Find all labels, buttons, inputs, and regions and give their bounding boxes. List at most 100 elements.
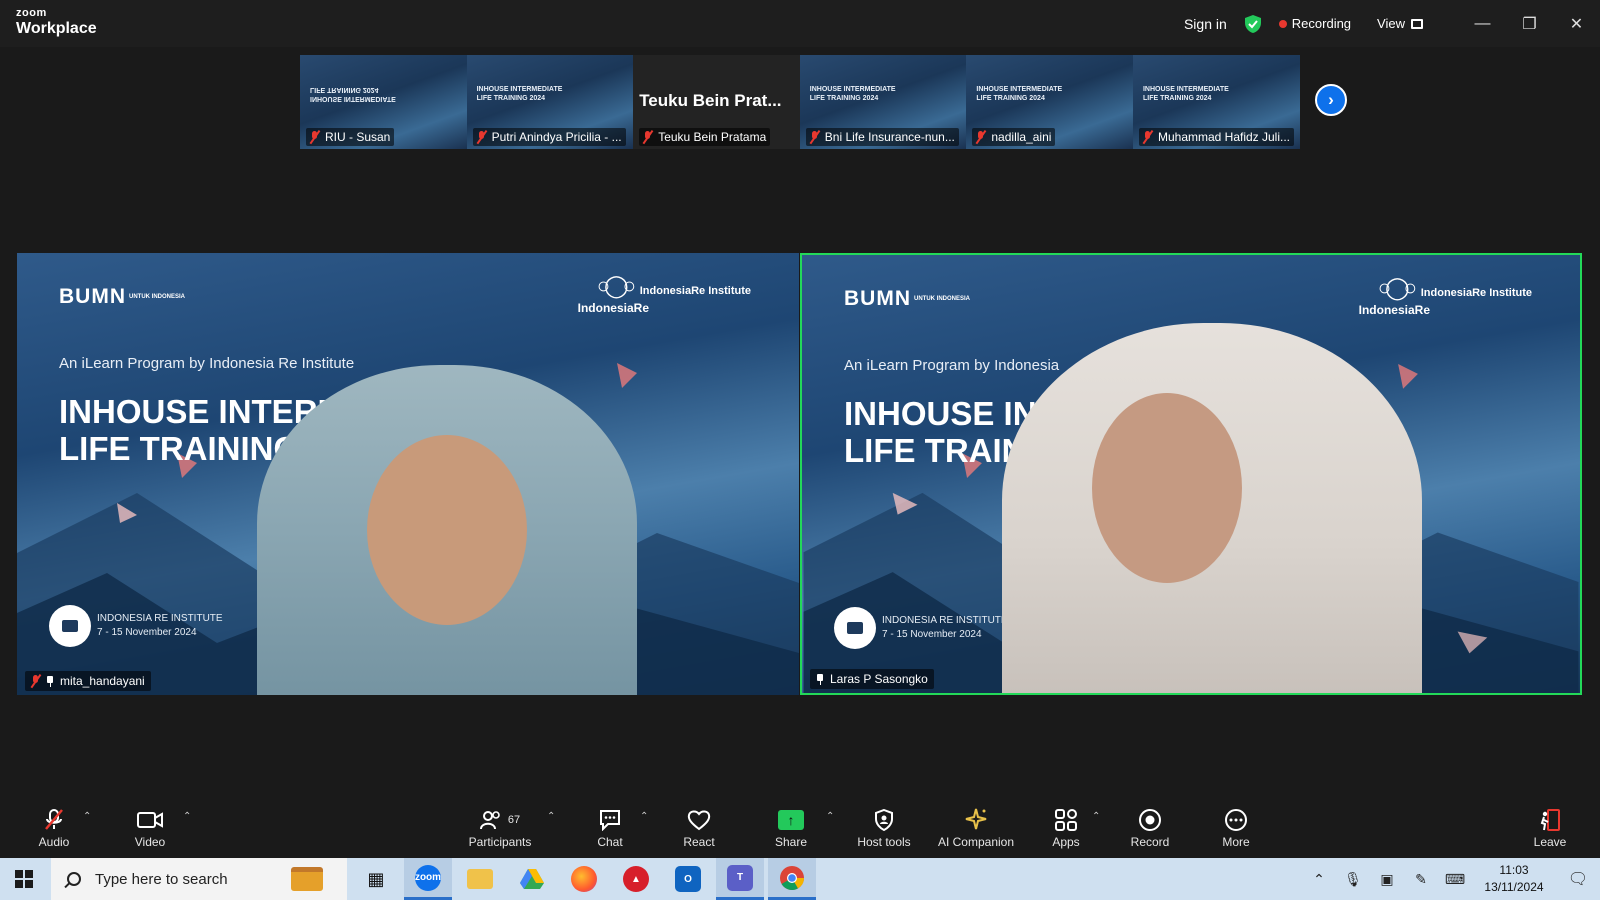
- participant-thumbnail[interactable]: INHOUSE INTERMEDIATE LIFE TRAINING 2024 …: [300, 55, 467, 149]
- more-button[interactable]: More: [1212, 797, 1260, 858]
- close-icon[interactable]: ✕: [1553, 0, 1600, 47]
- program-subtitle: An iLearn Program by Indonesia Re Instit…: [59, 355, 355, 372]
- participants-count: 67: [507, 814, 521, 826]
- chat-options-chevron-icon[interactable]: ⌃: [640, 811, 648, 822]
- apps-grid-icon: [1054, 806, 1078, 834]
- apps-button[interactable]: Apps: [1042, 797, 1090, 858]
- security-shield-icon[interactable]: [1243, 14, 1263, 34]
- participant-thumbnail[interactable]: INHOUSE INTERMEDIATE LIFE TRAINING 2024 …: [1132, 55, 1300, 149]
- share-button[interactable]: ↑ Share: [767, 797, 815, 858]
- bumn-logo-sub: UNTUK INDONESIA: [914, 296, 971, 303]
- microphone-icon[interactable]: 🎙: [1336, 871, 1370, 888]
- minimize-icon[interactable]: —: [1459, 0, 1506, 47]
- participant-thumbnail[interactable]: INHOUSE INTERMEDIATE LIFE TRAINING 2024 …: [799, 55, 967, 149]
- notification-center-icon[interactable]: 🗨: [1556, 858, 1600, 900]
- meeting-stage: INHOUSE INTERMEDIATE LIFE TRAINING 2024 …: [0, 47, 1600, 797]
- thumbnail-slide-title: INHOUSE INTERMEDIATE LIFE TRAINING 2024: [809, 86, 896, 102]
- taskbar-clock[interactable]: 11:03 13/11/2024: [1472, 862, 1556, 896]
- pin-icon: [816, 673, 824, 685]
- google-drive-icon[interactable]: [508, 858, 556, 900]
- thumbnail-slide-title: INHOUSE INTERMEDIATE LIFE TRAINING 2024: [310, 86, 396, 102]
- video-tile-active-speaker[interactable]: BUMN UNTUK INDONESIA ○◯○ IndonesiaRe Indon…: [800, 253, 1582, 695]
- task-view-icon[interactable]: ▦: [352, 858, 400, 900]
- next-page-arrow-icon[interactable]: ›: [1315, 84, 1347, 116]
- record-button[interactable]: Record: [1126, 797, 1174, 858]
- pin-icon: [46, 675, 54, 687]
- chat-bubble-icon: [598, 806, 622, 834]
- share-options-chevron-icon[interactable]: ⌃: [826, 811, 834, 822]
- indonesia-re-logo: ○◯○ IndonesiaRe: [578, 273, 649, 315]
- recording-indicator[interactable]: Recording: [1278, 16, 1351, 31]
- react-label: React: [683, 835, 715, 849]
- zoom-app-icon[interactable]: zoom: [404, 858, 452, 900]
- briefcase-icon[interactable]: [291, 867, 323, 891]
- host-tools-button[interactable]: Host tools: [848, 797, 920, 858]
- participant-video-person: [1002, 323, 1422, 693]
- institute-date: 7 - 15 November 2024: [97, 627, 197, 638]
- participants-options-chevron-icon[interactable]: ⌃: [547, 811, 555, 822]
- participant-name: Laras P Sasongko: [830, 672, 928, 686]
- leave-label: Leave: [1533, 835, 1567, 849]
- participant-name-tag: nadilla_aini: [972, 128, 1056, 146]
- video-tile[interactable]: BUMN UNTUK INDONESIA ○◯○ IndonesiaRe Indon…: [17, 253, 799, 695]
- indonesia-re-logo: ○◯○ IndonesiaRe: [1359, 275, 1430, 317]
- participant-thumbnail[interactable]: Teuku Bein Prat... Teuku Bein Pratama: [633, 55, 800, 149]
- react-button[interactable]: React: [675, 797, 723, 858]
- mic-muted-icon: [477, 131, 486, 143]
- indonesia-re-rings-icon: ○◯○: [1377, 275, 1417, 300]
- participant-name: RIU - Susan: [325, 130, 391, 144]
- participant-name-tag: Laras P Sasongko: [810, 669, 934, 689]
- search-placeholder: Type here to search: [95, 870, 228, 888]
- ai-companion-button[interactable]: AI Companion: [930, 797, 1022, 858]
- institute-date: 7 - 15 November 2024: [882, 629, 982, 640]
- participant-strip: INHOUSE INTERMEDIATE LIFE TRAINING 2024 …: [300, 55, 1300, 149]
- outlook-icon[interactable]: O: [664, 858, 712, 900]
- leave-button[interactable]: Leave: [1526, 797, 1574, 858]
- participant-display-name: Teuku Bein Prat...: [639, 91, 782, 110]
- keyboard-icon[interactable]: ⌨: [1438, 871, 1472, 888]
- participant-name: Teuku Bein Pratama: [658, 130, 767, 144]
- audio-button[interactable]: Audio: [30, 797, 78, 858]
- ai-companion-label: AI Companion: [937, 835, 1015, 849]
- participant-video-person: [257, 365, 637, 695]
- search-icon: [67, 872, 81, 886]
- apps-options-chevron-icon[interactable]: ⌃: [1092, 811, 1100, 822]
- participant-name-tag: Bni Life Insurance-nun...: [805, 128, 959, 146]
- view-button[interactable]: View: [1377, 16, 1423, 31]
- antivirus-shield-icon[interactable]: ▲: [612, 858, 660, 900]
- leave-door-icon: [1538, 806, 1562, 834]
- video-button[interactable]: Video: [126, 797, 174, 858]
- teams-icon[interactable]: T: [716, 858, 764, 900]
- participant-name-tag: mita_handayani: [25, 671, 151, 691]
- sign-in-link[interactable]: Sign in: [1184, 16, 1227, 32]
- restore-icon[interactable]: ❐: [1506, 0, 1553, 47]
- thumbnail-slide-title: INHOUSE INTERMEDIATE LIFE TRAINING 2024: [476, 86, 563, 102]
- taskbar-search-box[interactable]: Type here to search: [51, 858, 347, 900]
- video-options-chevron-icon[interactable]: ⌃: [183, 811, 191, 822]
- indonesia-re-rings-icon: ○◯○: [596, 273, 636, 298]
- logo-line1: zoom: [16, 7, 47, 19]
- participant-thumbnail[interactable]: INHOUSE INTERMEDIATE LIFE TRAINING 2024 …: [466, 55, 634, 149]
- more-label: More: [1222, 835, 1250, 849]
- recording-dot-icon: [1278, 19, 1287, 28]
- participant-thumbnail[interactable]: INHOUSE INTERMEDIATE LIFE TRAINING 2024 …: [966, 55, 1133, 149]
- tray-chevron-up-icon[interactable]: ⌃: [1302, 871, 1336, 888]
- display-icon[interactable]: ▣: [1370, 871, 1404, 888]
- chat-button[interactable]: Chat: [586, 797, 634, 858]
- mic-muted-icon: [1143, 131, 1152, 143]
- logo-line2: Workplace: [16, 20, 97, 37]
- bumn-logo-sub: UNTUK INDONESIA: [129, 294, 186, 301]
- system-tray: ⌃ 🎙 ▣ ✎ ⌨ 11:03 13/11/2024 🗨: [1302, 858, 1600, 900]
- thumbnail-slide-title: INHOUSE INTERMEDIATE LIFE TRAINING 2024: [1142, 86, 1229, 102]
- chrome-icon[interactable]: [768, 858, 816, 900]
- firefox-icon[interactable]: [560, 858, 608, 900]
- institute-badge: INDONESIA RE INSTITUTE 7 - 15 November 2…: [49, 605, 223, 647]
- file-explorer-icon[interactable]: [456, 858, 504, 900]
- bumn-logo-text: BUMN: [59, 285, 126, 308]
- participant-name: Muhammad Hafidz Juli...: [1157, 130, 1291, 144]
- audio-options-chevron-icon[interactable]: ⌃: [83, 811, 91, 822]
- indonesia-re-institute-logo: IndonesiaRe Institute: [1420, 287, 1532, 299]
- participants-button[interactable]: 67 Participants: [460, 797, 540, 858]
- windows-start-icon[interactable]: [15, 870, 33, 888]
- pen-icon[interactable]: ✎: [1404, 871, 1438, 888]
